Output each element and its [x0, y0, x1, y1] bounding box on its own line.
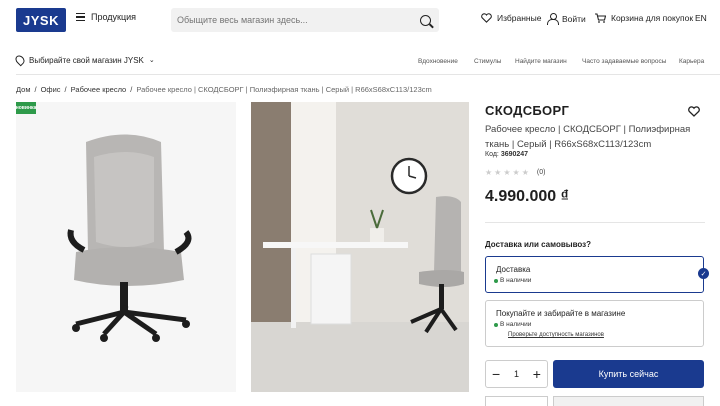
nav-incentives[interactable]: Стимулы	[474, 58, 501, 65]
store-selector-label: Выбирайте свой магазин JYSK	[29, 55, 144, 65]
rating[interactable]: ★ ★ ★ ★ ★ (0)	[485, 168, 545, 177]
product-code: Код: 3690247	[485, 151, 528, 158]
divider	[16, 74, 720, 75]
buy-now-button[interactable]: Купить сейчас	[553, 360, 704, 388]
breadcrumb-item[interactable]: Дом	[16, 85, 31, 94]
search-bar	[171, 8, 439, 32]
in-stock-dot-icon	[494, 323, 498, 327]
star-icon: ★	[512, 168, 520, 177]
delivery-option[interactable]: Доставка В наличии	[485, 256, 704, 293]
star-icon: ★	[494, 168, 502, 177]
chevron-down-icon: ⌄	[148, 57, 155, 64]
favorite-heart-icon[interactable]	[688, 106, 700, 117]
review-count: (0)	[536, 169, 546, 176]
login-label: Войти	[562, 13, 586, 24]
product-image-main[interactable]	[16, 102, 236, 392]
check-store-availability-link[interactable]: Проверьте доступность магазинов	[508, 332, 604, 338]
stock-status: В наличии	[494, 321, 531, 328]
user-icon	[547, 13, 559, 25]
search-input[interactable]	[177, 15, 420, 25]
product-image-room[interactable]	[251, 102, 469, 392]
location-pin-icon	[13, 53, 27, 67]
divider	[485, 222, 705, 223]
store-selector[interactable]: Выбирайте свой магазин JYSK ⌄	[13, 53, 155, 67]
star-icon: ★	[521, 168, 529, 177]
products-menu-button[interactable]: Продукция	[76, 12, 136, 22]
breadcrumb: Дом / Офис / Рабочее кресло / Рабочее кресл…	[16, 85, 432, 94]
code-value: 3690247	[500, 151, 529, 158]
delivery-option-title: Доставка	[496, 265, 531, 274]
new-badge: новинка	[16, 102, 36, 114]
cart-link[interactable]: Корзина для покупок	[595, 13, 693, 23]
product-title: СКОДСБОРГ	[485, 103, 570, 118]
in-stock-dot-icon	[494, 279, 498, 283]
language-switch[interactable]: EN	[695, 13, 707, 23]
favorites-label: Избранные	[497, 13, 542, 23]
decrease-quantity-button[interactable]: −	[492, 367, 500, 381]
cart-icon	[595, 13, 606, 23]
selected-check-icon: ✓	[698, 268, 709, 279]
sub-bar: Выбирайте свой магазин JYSK ⌄ Вдохновени…	[0, 50, 720, 72]
heart-icon	[481, 13, 492, 23]
quantity-value: 1	[513, 369, 519, 379]
top-bar: JYSK Продукция Избранные Войти Корзина д…	[0, 0, 720, 40]
nav-find-store[interactable]: Найдите магазин	[515, 58, 567, 65]
pickup-option[interactable]: Покупайте и забирайте в магазине В налич…	[485, 300, 704, 347]
quantity-stepper: − 1 +	[485, 360, 548, 388]
office-chair-image	[67, 134, 192, 342]
product-description: Рабочее кресло | СКОДСБОРГ | Полиэфирная…	[485, 124, 691, 150]
favorites-link[interactable]: Избранные	[481, 13, 541, 23]
products-menu-label: Продукция	[91, 12, 137, 22]
nav-careers[interactable]: Карьера	[679, 58, 704, 65]
pickup-option-title: Покупайте и забирайте в магазине	[496, 309, 626, 318]
breadcrumb-item[interactable]: Офис	[41, 85, 61, 94]
nav-faq[interactable]: Часто задаваемые вопросы	[582, 58, 666, 65]
jysk-logo[interactable]: JYSK	[16, 8, 66, 32]
star-icon: ★	[485, 168, 493, 177]
delivery-question: Доставка или самовывоз?	[485, 240, 592, 249]
stock-status: В наличии	[494, 277, 531, 284]
room-scene-image	[251, 102, 469, 392]
login-link[interactable]: Войти	[547, 13, 586, 25]
nav-inspiration[interactable]: Вдохновение	[418, 58, 458, 65]
code-label: Код:	[485, 151, 499, 158]
breadcrumb-item[interactable]: Рабочее кресло	[71, 85, 127, 94]
star-icon: ★	[503, 168, 511, 177]
increase-quantity-button[interactable]: +	[533, 367, 541, 381]
secondary-control[interactable]	[485, 396, 548, 406]
breadcrumb-current: Рабочее кресло | СКОДСБОРГ | Полиэфирная…	[136, 85, 432, 94]
product-price: 4.990.000 ₫	[485, 188, 569, 205]
secondary-button[interactable]	[553, 396, 704, 406]
cart-label: Корзина для покупок	[611, 13, 694, 23]
menu-icon	[76, 13, 85, 21]
search-icon[interactable]	[420, 14, 431, 26]
